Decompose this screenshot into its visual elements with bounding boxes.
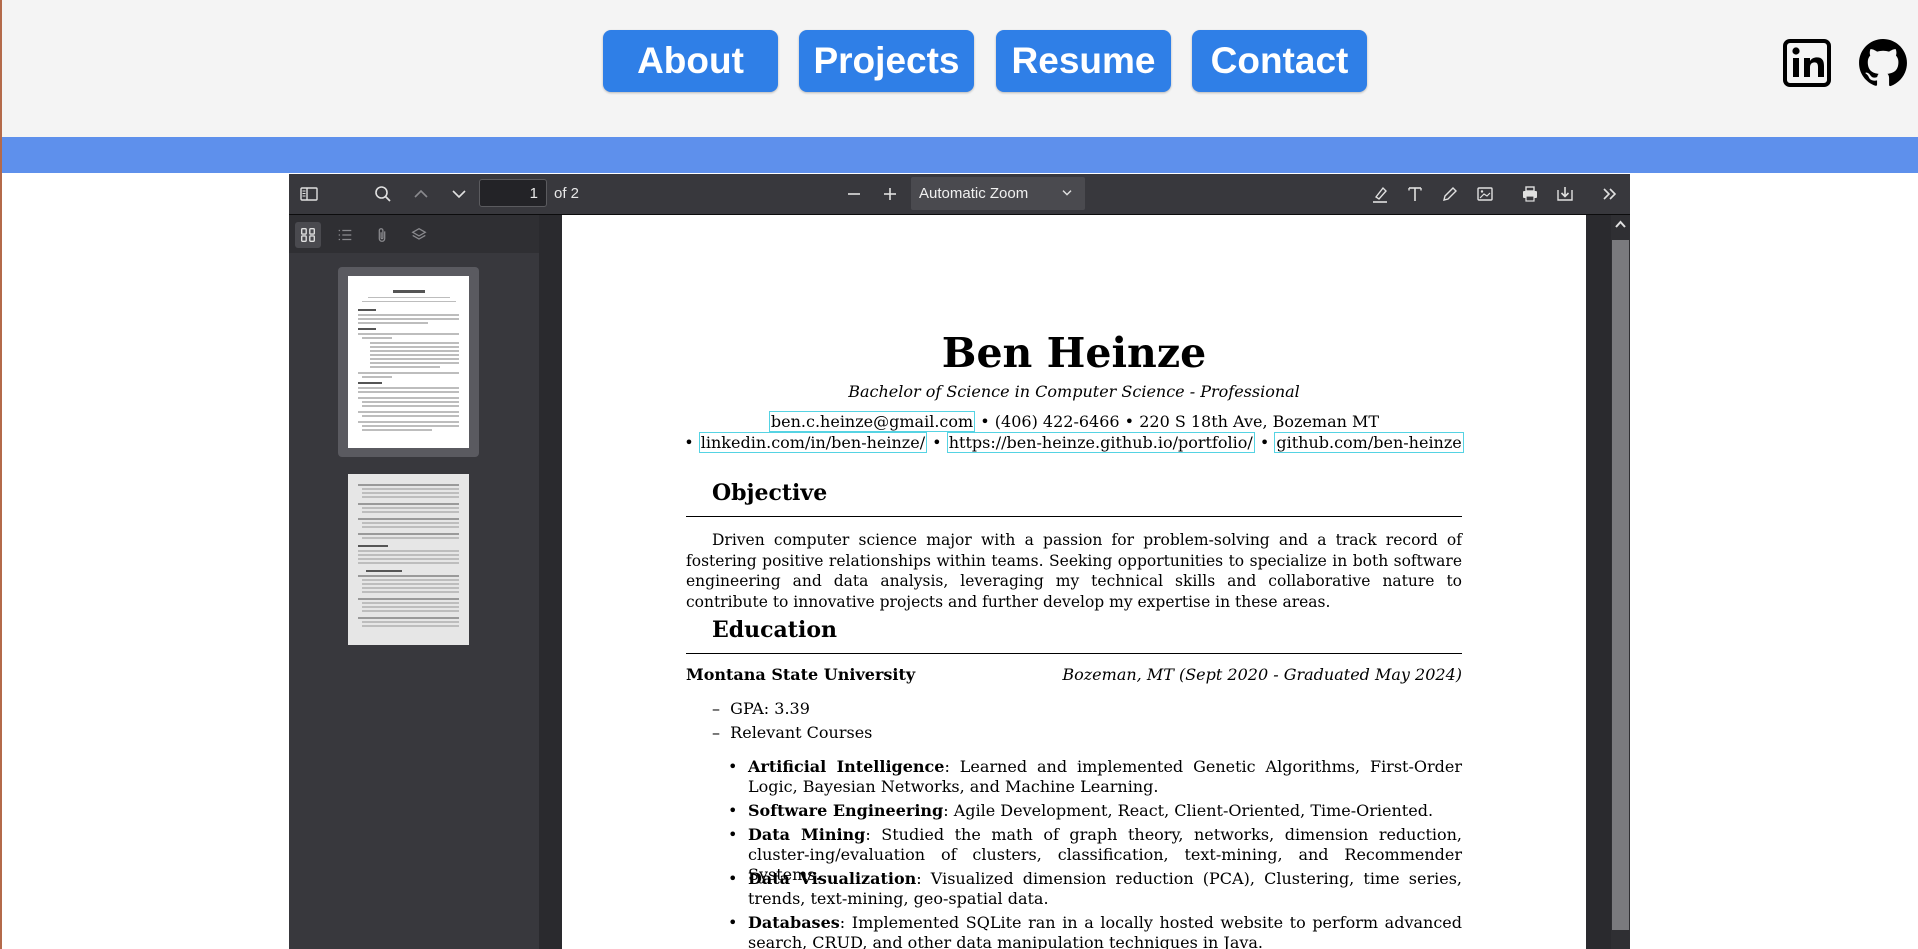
pdf-toolbar: of 2 Automatic Zoom [289,174,1630,215]
linkedin-link[interactable]: linkedin.com/in/ben-heinze/ [698,432,928,453]
page-count: of 2 [554,185,580,202]
separator: • [980,412,990,431]
pdf-viewer: of 2 Automatic Zoom [289,174,1630,949]
text-icon[interactable] [1403,182,1427,206]
portfolio-link[interactable]: https://ben-heinze.github.io/portfolio/ [946,432,1255,453]
course-name: Software Engineering [748,801,944,820]
contact-button[interactable]: Contact [1192,30,1367,92]
scroll-up-icon[interactable] [1611,215,1630,234]
school-name: Montana State University [686,665,916,684]
image-icon[interactable] [1473,182,1497,206]
course-name: Data Visualization [748,869,917,888]
gpa: GPA: 3.39 [730,699,810,718]
gpa-item: – GPA: 3.39 [712,699,810,718]
save-icon[interactable] [1553,182,1577,206]
courses-item: – Relevant Courses [712,723,872,742]
github-link[interactable]: github.com/ben-heinze [1274,432,1464,453]
course-desc: : Implemented SQLite ran in a locally ho… [748,913,1462,949]
section-rule [686,516,1462,517]
separator: • [684,433,694,452]
layers-tab-icon[interactable] [406,222,432,248]
separator: • [932,433,942,452]
projects-button[interactable]: Projects [799,30,974,92]
page-1-thumbnail[interactable] [348,276,469,448]
zoom-out-icon[interactable] [842,182,866,206]
course-item: • Artificial Intelligence: Learned and i… [728,757,1462,797]
chevron-down-icon [1059,185,1075,205]
header-band [2,137,1918,173]
course-item: • Software Engineering: Agile Developmen… [728,801,1462,821]
about-button[interactable]: About [603,30,778,92]
highlight-icon[interactable] [1368,182,1392,206]
school-location: Bozeman, MT (Sept 2020 - Graduated May 2… [1062,665,1462,684]
bullet: • [728,825,738,844]
bullet: • [728,801,738,820]
course-name: Artificial Intelligence [748,757,945,776]
dash: – [712,723,720,742]
scrollbar-thumb[interactable] [1612,240,1629,930]
contact-line-2: • linkedin.com/in/ben-heinze/ • https://… [562,432,1586,453]
separator: • [1259,433,1270,452]
course-item: • Databases: Implemented SQLite ran in a… [728,913,1462,949]
pdf-page: Ben Heinze Bachelor of Science in Comput… [562,215,1586,949]
education-row: Montana State University Bozeman, MT (Se… [686,665,1462,684]
draw-icon[interactable] [1438,182,1462,206]
page-number-input[interactable] [479,179,547,207]
objective-text: Driven computer science major with a pas… [686,531,1462,611]
course-name: Data Mining [748,825,866,844]
zoom-value: Automatic Zoom [919,185,1029,202]
resume-name: Ben Heinze [941,329,1207,377]
objective-heading: Objective [712,480,828,506]
github-icon[interactable] [1858,38,1908,88]
previous-page-icon[interactable] [409,182,433,206]
phone: (406) 422-6466 [994,412,1120,431]
next-page-icon[interactable] [447,182,471,206]
thumbnails-tab-icon[interactable] [295,222,321,248]
dash: – [712,699,720,718]
email-link[interactable]: ben.c.heinze@gmail.com [768,411,976,432]
course-item: • Data Visualization: Visualized dimensi… [728,869,1462,909]
section-rule [686,653,1462,654]
education-heading: Education [712,617,837,643]
courses-label: Relevant Courses [730,723,873,742]
resume-subtitle: Bachelor of Science in Computer Science … [848,382,1300,401]
outline-tab-icon[interactable] [332,222,358,248]
linkedin-icon[interactable] [1782,38,1832,88]
bullet: • [728,757,738,776]
tools-menu-icon[interactable] [1598,182,1622,206]
sidebar-toggle-icon[interactable] [297,182,321,206]
print-icon[interactable] [1518,182,1542,206]
search-icon[interactable] [371,182,395,206]
thumbnail-sidebar [289,215,539,949]
bullet: • [728,913,738,932]
course-desc: : Agile Development, React, Client-Orien… [943,801,1434,820]
zoom-in-icon[interactable] [878,182,902,206]
sidebar-tabs [289,215,539,253]
address: 220 S 18th Ave, Bozeman MT [1139,412,1380,431]
page-2-thumbnail[interactable] [348,474,469,645]
resume-button[interactable]: Resume [996,30,1171,92]
site-header: About Projects Resume Contact [2,0,1918,137]
course-name: Databases [748,913,840,932]
separator: • [1124,412,1135,431]
bullet: • [728,869,738,888]
attachments-tab-icon[interactable] [369,222,395,248]
contact-line-1: ben.c.heinze@gmail.com • (406) 422-6466 … [562,411,1586,432]
pdf-page-area[interactable]: Ben Heinze Bachelor of Science in Comput… [539,215,1630,949]
zoom-select[interactable]: Automatic Zoom [911,177,1085,210]
